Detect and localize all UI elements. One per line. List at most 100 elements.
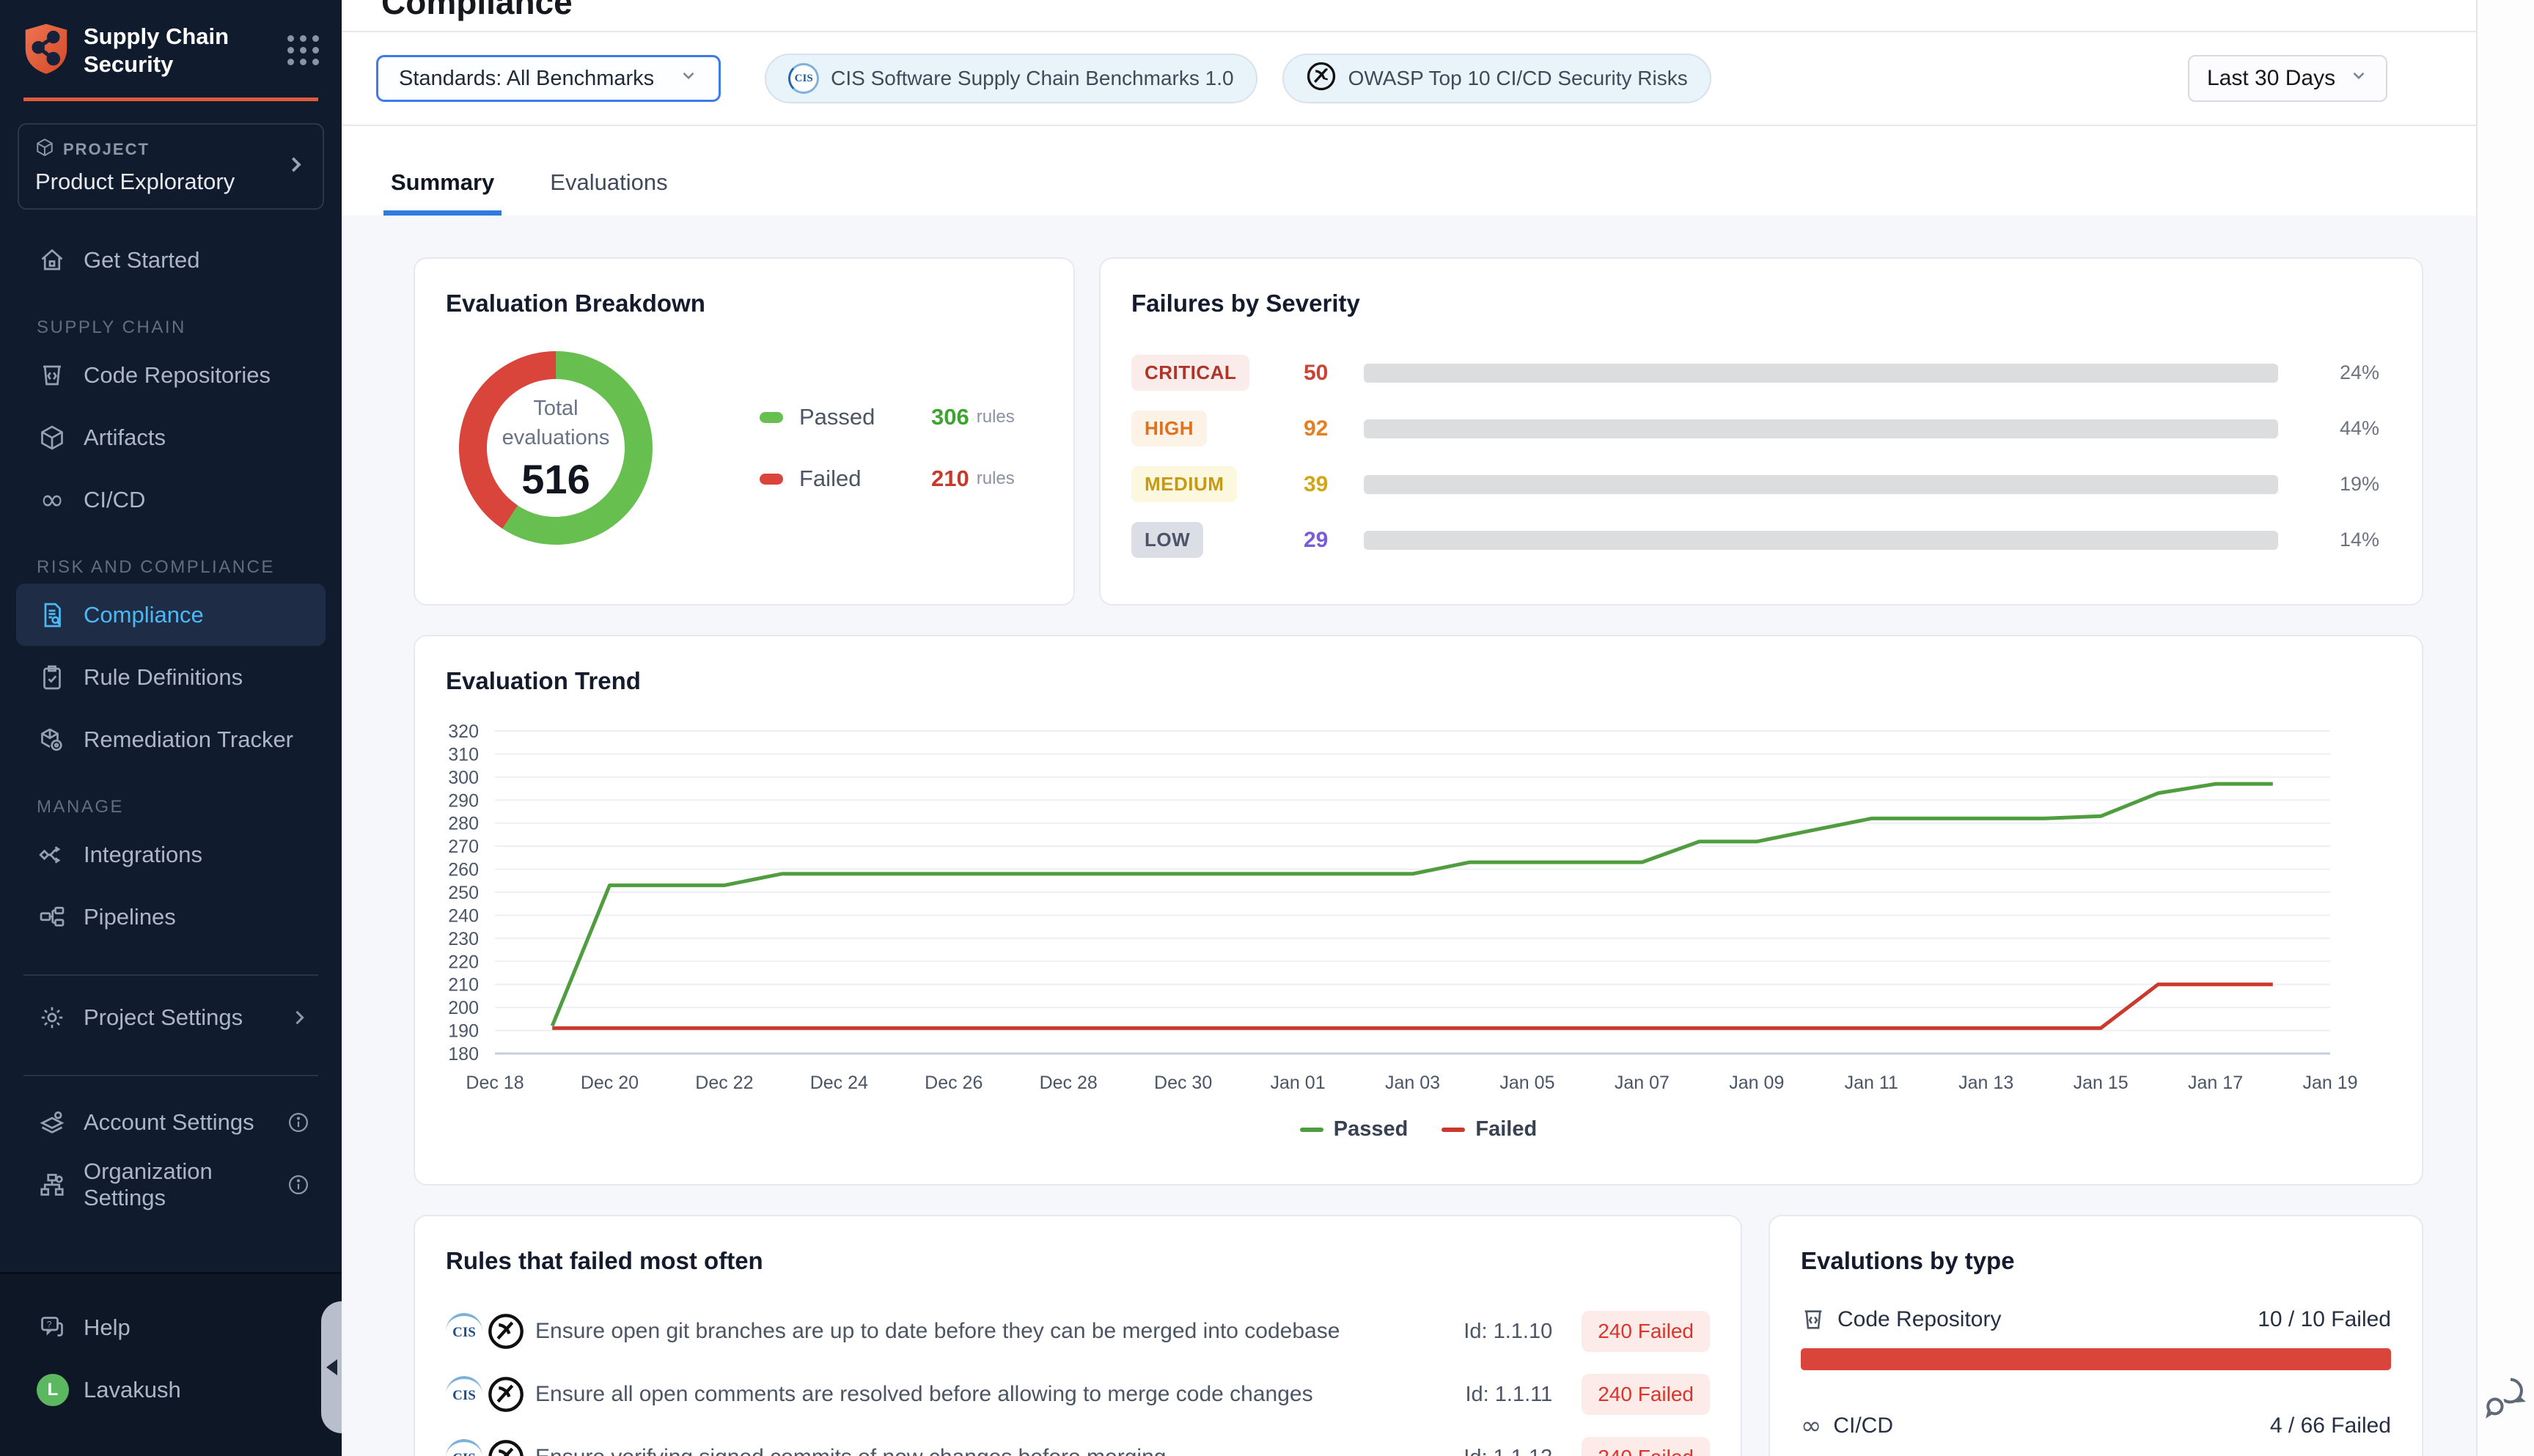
type-label: CI/CD <box>1833 1413 1893 1438</box>
info-icon[interactable] <box>287 1174 309 1196</box>
svg-text:230: 230 <box>448 929 479 949</box>
sidebar-item-remediation-tracker[interactable]: Remediation Tracker <box>0 708 342 771</box>
rule-row[interactable]: CIS Ensure open git branches are up to d… <box>446 1300 1710 1363</box>
chip-owasp[interactable]: OWASP Top 10 CI/CD Security Risks <box>1282 54 1711 103</box>
sidebar-item-label: Get Started <box>84 247 200 273</box>
artifacts-box-icon <box>37 422 67 453</box>
date-range-dropdown[interactable]: Last 30 Days <box>2188 55 2387 102</box>
svg-text:260: 260 <box>448 860 479 880</box>
sidebar-item-integrations[interactable]: Integrations <box>0 823 342 886</box>
svg-text:Jan 15: Jan 15 <box>2074 1073 2129 1093</box>
tab-evaluations[interactable]: Evaluations <box>543 169 675 216</box>
donut-legend: Passed 306 rules Failed 210 rules <box>760 404 1015 492</box>
rule-id: Id: 1.1.11 <box>1442 1383 1552 1407</box>
app-grid-icon[interactable] <box>287 35 320 65</box>
sidebar-item-get-started[interactable]: Get Started <box>0 229 342 291</box>
sidebar-user[interactable]: L Lavakush <box>0 1358 342 1421</box>
severity-percent: 24% <box>2309 361 2379 384</box>
rule-row[interactable]: CIS Ensure all open comments are resolve… <box>446 1363 1710 1426</box>
right-gutter <box>2476 0 2534 1456</box>
donut-center-label: Total evaluations <box>502 394 610 452</box>
pipelines-icon <box>37 902 67 933</box>
svg-text:280: 280 <box>448 814 479 834</box>
evaluation-breakdown-card: Evaluation Breakdown Total evaluations 5… <box>414 257 1075 606</box>
title-band: Compliance <box>342 0 2476 32</box>
sidebar-item-artifacts[interactable]: Artifacts <box>0 406 342 468</box>
svg-text:Jan 13: Jan 13 <box>1958 1073 2013 1093</box>
page-header: Compliance Standards: All Benchmarks CIS… <box>342 0 2476 216</box>
failed-swatch <box>760 474 783 485</box>
severity-bar <box>1364 531 2278 550</box>
failed-count-badge: 240 Failed <box>1582 1437 1710 1456</box>
sidebar-item-compliance[interactable]: Compliance <box>16 584 326 646</box>
sidebar-item-code-repositories[interactable]: Code Repositories <box>0 344 342 406</box>
severity-count: 92 <box>1304 416 1364 441</box>
tab-summary[interactable]: Summary <box>383 169 502 216</box>
standards-filter-dropdown[interactable]: Standards: All Benchmarks <box>376 55 721 102</box>
sidebar-item-label: Project Settings <box>84 1004 243 1031</box>
info-icon[interactable] <box>287 1111 309 1133</box>
severity-badge: MEDIUM <box>1131 466 1237 502</box>
rule-row[interactable]: CIS Ensure verifying signed commits of n… <box>446 1426 1710 1456</box>
trend-legend: Passed Failed <box>446 1117 2391 1141</box>
sidebar-collapse-handle[interactable] <box>321 1301 342 1433</box>
chevron-down-icon <box>2349 66 2368 91</box>
avatar: L <box>37 1374 69 1406</box>
svg-text:300: 300 <box>448 768 479 788</box>
chip-cis-benchmark[interactable]: CIS CIS Software Supply Chain Benchmarks… <box>765 54 1257 103</box>
severity-badge: LOW <box>1131 522 1203 558</box>
svg-text:Dec 20: Dec 20 <box>581 1073 639 1093</box>
type-row-cicd: ∞ CI/CD 4 / 66 Failed <box>1801 1411 2391 1456</box>
owasp-logo-icon <box>1306 61 1337 97</box>
sidebar-item-label: Code Repositories <box>84 362 271 389</box>
svg-text:Jan 11: Jan 11 <box>1845 1073 1898 1093</box>
type-label: Code Repository <box>1837 1307 2001 1332</box>
severity-percent: 14% <box>2309 529 2379 551</box>
severity-row-low: LOW 29 14% <box>1131 523 2379 557</box>
org-chart-gear-icon <box>37 1169 67 1200</box>
svg-text:Jan 09: Jan 09 <box>1729 1073 1784 1093</box>
rule-text: Ensure verifying signed commits of new c… <box>535 1445 1442 1456</box>
svg-text:Dec 28: Dec 28 <box>1040 1073 1098 1093</box>
severity-bar <box>1364 475 2278 494</box>
severity-count: 39 <box>1304 472 1364 497</box>
sidebar-section-risk-compliance: RISK AND COMPLIANCE <box>0 543 342 584</box>
rule-text: Ensure all open comments are resolved be… <box>535 1382 1442 1407</box>
infinity-icon: ∞ <box>1801 1411 1821 1441</box>
svg-text:310: 310 <box>448 744 479 765</box>
svg-text:210: 210 <box>448 975 479 996</box>
type-bar <box>1801 1348 2391 1370</box>
svg-text:320: 320 <box>448 721 479 742</box>
svg-text:Jan 05: Jan 05 <box>1499 1073 1554 1093</box>
svg-text:Dec 22: Dec 22 <box>695 1073 753 1093</box>
svg-text:250: 250 <box>448 883 479 903</box>
sidebar-item-account-settings[interactable]: Account Settings <box>0 1091 342 1153</box>
sidebar-item-organization-settings[interactable]: Organization Settings <box>0 1153 342 1216</box>
divider <box>23 1075 318 1076</box>
sidebar-section-manage: MANAGE <box>0 782 342 823</box>
rule-text: Ensure open git branches are up to date … <box>535 1319 1442 1344</box>
project-selector[interactable]: PROJECT Product Exploratory <box>18 123 324 210</box>
sidebar-item-help[interactable]: ? Help <box>0 1296 342 1358</box>
project-name: Product Exploratory <box>35 169 306 195</box>
svg-text:Jan 17: Jan 17 <box>2188 1073 2243 1093</box>
svg-text:Jan 19: Jan 19 <box>2302 1073 2357 1093</box>
severity-percent: 19% <box>2309 473 2379 496</box>
svg-text:220: 220 <box>448 952 479 972</box>
severity-rows: CRITICAL 50 24% HIGH 92 44% MEDIUM 39 19… <box>1131 356 2379 557</box>
sidebar-item-project-settings[interactable]: Project Settings <box>0 986 342 1048</box>
rules-failed-card: Rules that failed most often CIS Ensure … <box>414 1215 1742 1456</box>
sidebar-nav: Get Started SUPPLY CHAIN Code Repositori… <box>0 229 342 1216</box>
svg-text:200: 200 <box>448 998 479 1018</box>
passed-value: 306 <box>931 404 969 430</box>
severity-percent: 44% <box>2309 417 2379 440</box>
chat-widget-icon[interactable] <box>2481 1372 2528 1422</box>
total-evaluations-donut: Total evaluations 516 <box>446 338 666 558</box>
sidebar-item-pipelines[interactable]: Pipelines <box>0 886 342 948</box>
sidebar-item-cicd[interactable]: ∞ CI/CD <box>0 468 342 531</box>
sidebar-item-rule-definitions[interactable]: Rule Definitions <box>0 646 342 708</box>
sidebar-item-label: Artifacts <box>84 424 166 451</box>
project-box-icon <box>35 138 54 161</box>
infinity-icon: ∞ <box>37 485 67 515</box>
rule-rows: CIS Ensure open git branches are up to d… <box>446 1300 1710 1456</box>
